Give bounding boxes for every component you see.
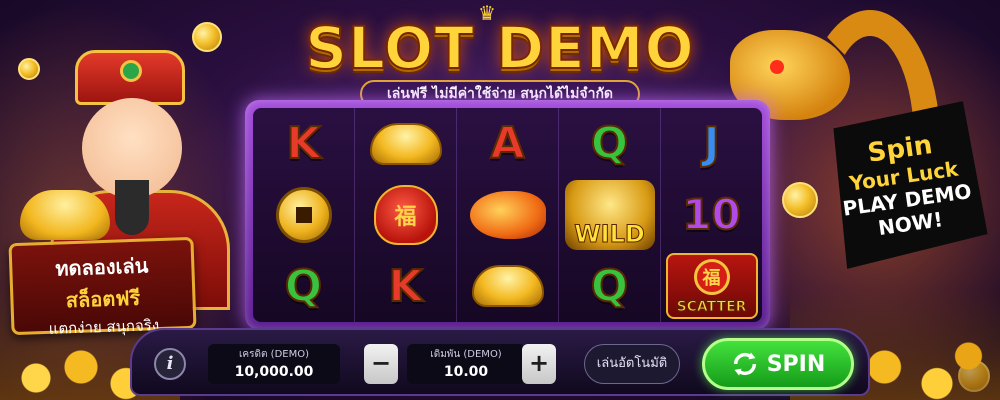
gold-coin-icon — [275, 186, 332, 243]
spin-button[interactable]: SPIN — [702, 338, 854, 390]
bet-display: เดิมพัน (DEMO) 10.00 — [407, 344, 525, 384]
bet-label: เดิมพัน (DEMO) — [430, 349, 502, 360]
floating-coin — [192, 22, 222, 52]
symbol-q: Q — [590, 260, 629, 313]
wild-dragon-icon: WILD — [564, 179, 655, 250]
symbol-bag: 福 — [360, 183, 452, 247]
mascot-hat-gem — [120, 60, 142, 82]
dragon-eye — [770, 60, 784, 74]
koi-fish-icon — [469, 190, 546, 239]
spin-label: SPIN — [766, 351, 826, 377]
gold-ingot-icon — [369, 122, 442, 165]
info-button[interactable]: i — [154, 348, 186, 380]
page-title: SLOT DEMO — [304, 13, 695, 83]
symbol-10: 10 — [681, 189, 741, 240]
refresh-icon — [733, 352, 756, 376]
symbol-q: Q — [284, 260, 323, 313]
crown-icon: ♛ — [478, 1, 496, 25]
symbol-ingot — [360, 112, 452, 176]
credit-display: เครดิต (DEMO) 10,000.00 — [208, 344, 340, 384]
reel-grid[interactable]: K Q 福 K A Q WILD Q J 10 福 SCATTER — [253, 108, 762, 322]
symbol-coin — [258, 183, 350, 247]
symbol-q: Q — [590, 117, 629, 170]
credit-label: เครดิต (DEMO) — [239, 349, 309, 360]
symbol-a: A — [489, 117, 525, 170]
credit-value: 10,000.00 — [234, 364, 314, 380]
scatter-icon: 福 SCATTER — [665, 253, 758, 320]
reel-4: Q WILD Q — [559, 108, 661, 322]
control-bar: i เครดิต (DEMO) 10,000.00 − เดิมพัน (DEM… — [130, 328, 870, 396]
autoplay-button[interactable]: เล่นอัตโนมัติ — [584, 344, 680, 384]
reel-frame: K Q 福 K A Q WILD Q J 10 福 SCATTER — [245, 100, 770, 330]
lucky-bag-icon: 福 — [373, 184, 438, 245]
symbol-wild: WILD — [564, 179, 656, 250]
title-banner: ♛ SLOT DEMO เล่นฟรี ไม่มีค่าใช้จ่าย สนุก… — [290, 2, 710, 108]
bet-value: 10.00 — [443, 364, 489, 380]
symbol-fish — [462, 183, 554, 247]
symbol-ingot — [462, 254, 554, 318]
gold-ingot-icon — [471, 265, 544, 308]
bet-increase-button[interactable]: + — [522, 344, 556, 384]
bet-decrease-button[interactable]: − — [364, 344, 398, 384]
reel-5: J 10 福 SCATTER — [661, 108, 762, 322]
symbol-k: K — [387, 260, 423, 313]
symbol-scatter: 福 SCATTER — [665, 253, 758, 320]
mascot-beard — [115, 180, 149, 235]
reel-3: A — [457, 108, 559, 322]
promo-banner-left: ทดลองเล่น สล็อตฟรี แตกง่าย สนุกจริง — [8, 236, 197, 338]
reel-2: 福 K — [355, 108, 457, 322]
reel-1: K Q — [253, 108, 355, 322]
symbol-k: K — [285, 117, 321, 170]
symbol-j: J — [702, 117, 720, 170]
gold-ingot-icon — [20, 190, 110, 240]
